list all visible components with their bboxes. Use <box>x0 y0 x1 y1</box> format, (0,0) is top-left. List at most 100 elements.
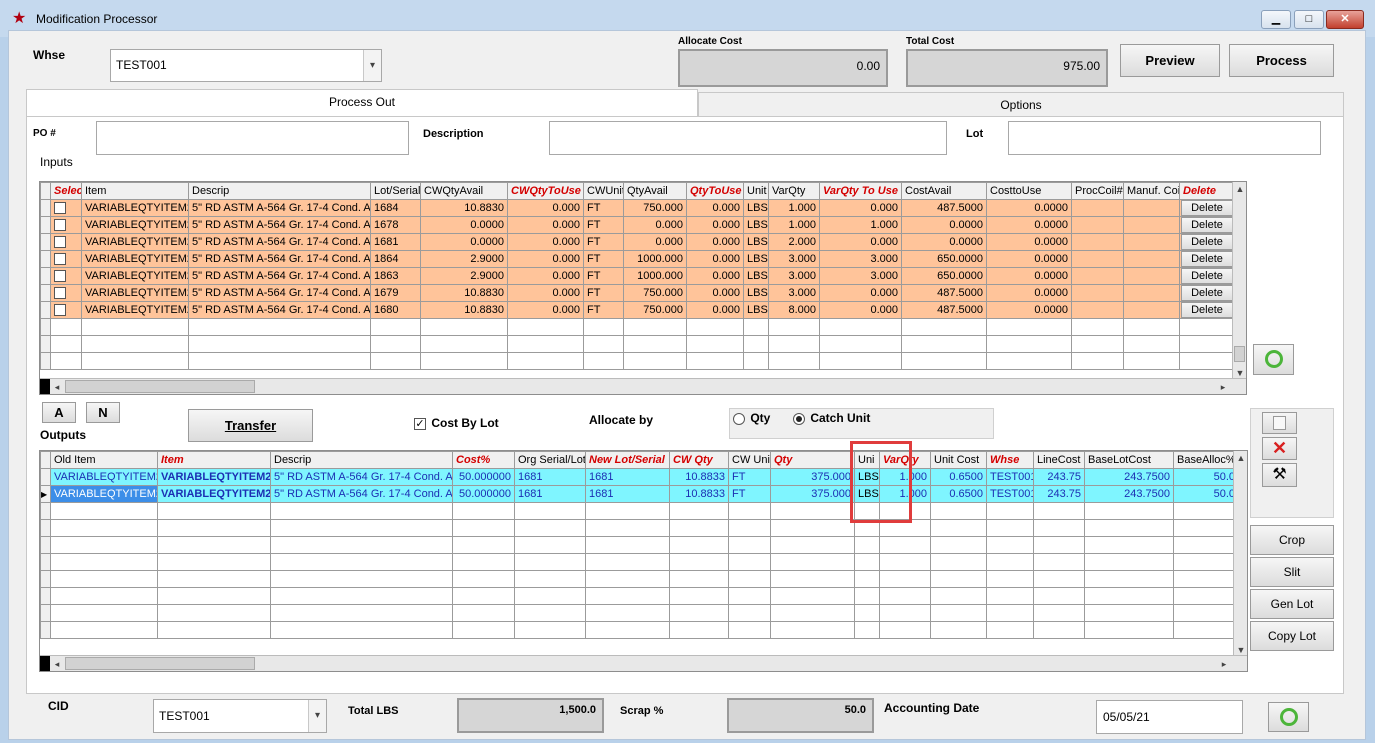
cell[interactable]: 650.0000 <box>901 267 987 285</box>
cell[interactable]: 243.75 <box>1033 468 1085 486</box>
delete-row-button[interactable]: Delete <box>1181 234 1233 250</box>
cell[interactable]: 0.0000 <box>420 216 508 234</box>
cell[interactable] <box>986 587 1034 605</box>
outputs-col-header[interactable]: CW Unit <box>728 451 771 469</box>
table-row[interactable] <box>40 502 1247 520</box>
delete-row-button[interactable]: Delete <box>1181 268 1233 284</box>
cell[interactable] <box>728 553 771 571</box>
cell[interactable]: 1684 <box>370 199 421 217</box>
cell[interactable] <box>507 335 584 353</box>
cell[interactable] <box>188 318 371 336</box>
cell[interactable] <box>583 335 624 353</box>
cell[interactable] <box>1173 621 1239 639</box>
cell[interactable] <box>770 536 855 554</box>
cell[interactable]: 0.000 <box>686 301 744 319</box>
cell[interactable]: 10.8830 <box>420 284 508 302</box>
cell[interactable] <box>1084 536 1174 554</box>
table-row[interactable] <box>40 335 1235 353</box>
refresh-footer-button[interactable] <box>1268 702 1309 732</box>
cell[interactable] <box>879 570 931 588</box>
scroll-right-icon[interactable]: ▸ <box>1217 657 1231 671</box>
row-selector[interactable] <box>40 468 51 486</box>
cell[interactable] <box>879 587 931 605</box>
chevron-down-icon[interactable]: ▾ <box>308 700 326 732</box>
cell[interactable] <box>1123 318 1180 336</box>
cell[interactable]: VARIABLEQTYITEM2 <box>157 468 271 486</box>
cell[interactable]: 0.000 <box>623 216 687 234</box>
cell[interactable] <box>1123 250 1180 268</box>
crop-button[interactable]: Crop <box>1250 525 1334 555</box>
select-checkbox[interactable] <box>54 253 66 266</box>
cell[interactable] <box>1173 570 1239 588</box>
cell[interactable] <box>901 352 987 370</box>
cell[interactable] <box>770 604 855 622</box>
cell[interactable] <box>50 318 82 336</box>
cell[interactable]: 50.0 <box>1173 468 1239 486</box>
cell[interactable] <box>370 335 421 353</box>
cell[interactable] <box>986 621 1034 639</box>
cell[interactable] <box>1179 318 1235 336</box>
delete-row-button[interactable]: Delete <box>1181 200 1233 216</box>
row-selector[interactable] <box>40 335 51 353</box>
cell[interactable] <box>585 621 670 639</box>
cell[interactable] <box>930 519 987 537</box>
cell[interactable] <box>1033 553 1085 571</box>
cell[interactable] <box>1084 604 1174 622</box>
cell[interactable] <box>770 502 855 520</box>
cell[interactable] <box>669 502 729 520</box>
cell[interactable] <box>1173 604 1239 622</box>
cell[interactable] <box>157 502 271 520</box>
select-none-button[interactable]: N <box>86 402 120 423</box>
cell[interactable] <box>901 335 987 353</box>
cell[interactable]: 0.000 <box>507 199 584 217</box>
cell[interactable]: 0.0000 <box>901 216 987 234</box>
cell[interactable]: 2.9000 <box>420 267 508 285</box>
inputs-col-header[interactable]: CWQtyToUse <box>507 182 584 200</box>
cell[interactable]: 243.7500 <box>1084 468 1174 486</box>
cell[interactable] <box>1071 352 1124 370</box>
cell[interactable]: 1681 <box>370 233 421 251</box>
cell[interactable] <box>728 536 771 554</box>
cell[interactable] <box>420 318 508 336</box>
cell[interactable]: 750.000 <box>623 199 687 217</box>
outputs-col-header[interactable]: Descrip <box>270 451 453 469</box>
cell[interactable]: 1.000 <box>768 199 820 217</box>
cell[interactable]: 0.000 <box>507 250 584 268</box>
cell[interactable]: VARIABLEQTYITEM2 <box>81 284 189 302</box>
lot-input[interactable] <box>1008 121 1321 155</box>
cell[interactable] <box>1071 233 1124 251</box>
cell[interactable] <box>1173 536 1239 554</box>
cell[interactable]: 0.0000 <box>986 233 1072 251</box>
cell[interactable]: 3.000 <box>819 250 902 268</box>
cell[interactable] <box>452 570 515 588</box>
scroll-up-icon[interactable]: ▲ <box>1234 451 1247 465</box>
table-row[interactable] <box>40 553 1247 571</box>
cell[interactable]: 2.000 <box>768 233 820 251</box>
row-selector[interactable] <box>40 553 51 571</box>
cell[interactable]: FT <box>583 233 624 251</box>
cell[interactable]: 487.5000 <box>901 301 987 319</box>
cell[interactable] <box>1123 352 1180 370</box>
inputs-col-header[interactable]: CosttoUse <box>986 182 1072 200</box>
cell[interactable]: 487.5000 <box>901 199 987 217</box>
cell[interactable]: LBS <box>743 284 769 302</box>
cell[interactable]: 0.0000 <box>986 301 1072 319</box>
outputs-hscroll[interactable]: ◂ ▸ <box>40 655 1247 671</box>
cell[interactable] <box>669 570 729 588</box>
cell[interactable]: 0.000 <box>507 267 584 285</box>
radio-off-icon[interactable] <box>733 412 745 425</box>
cell[interactable] <box>879 604 931 622</box>
table-row[interactable]: VARIABLEQTYITEM2 5" RD ASTM A-564 Gr. 17-… <box>40 301 1235 319</box>
cell[interactable] <box>1173 587 1239 605</box>
table-row[interactable]: ▶ VARIABLEQTYITEM2 VARIABLEQTYITEM2 5" RD A… <box>40 485 1247 503</box>
cell[interactable] <box>686 352 744 370</box>
inputs-hscroll-thumb[interactable] <box>65 380 255 393</box>
cell[interactable] <box>669 553 729 571</box>
cell[interactable]: 0.0000 <box>986 284 1072 302</box>
cell[interactable] <box>819 352 902 370</box>
inputs-col-header[interactable]: Descrip <box>188 182 371 200</box>
row-selector[interactable] <box>40 199 51 217</box>
hammer-tool-button[interactable]: ⚒ <box>1262 463 1297 487</box>
cell[interactable] <box>585 502 670 520</box>
cell[interactable]: 750.000 <box>623 284 687 302</box>
